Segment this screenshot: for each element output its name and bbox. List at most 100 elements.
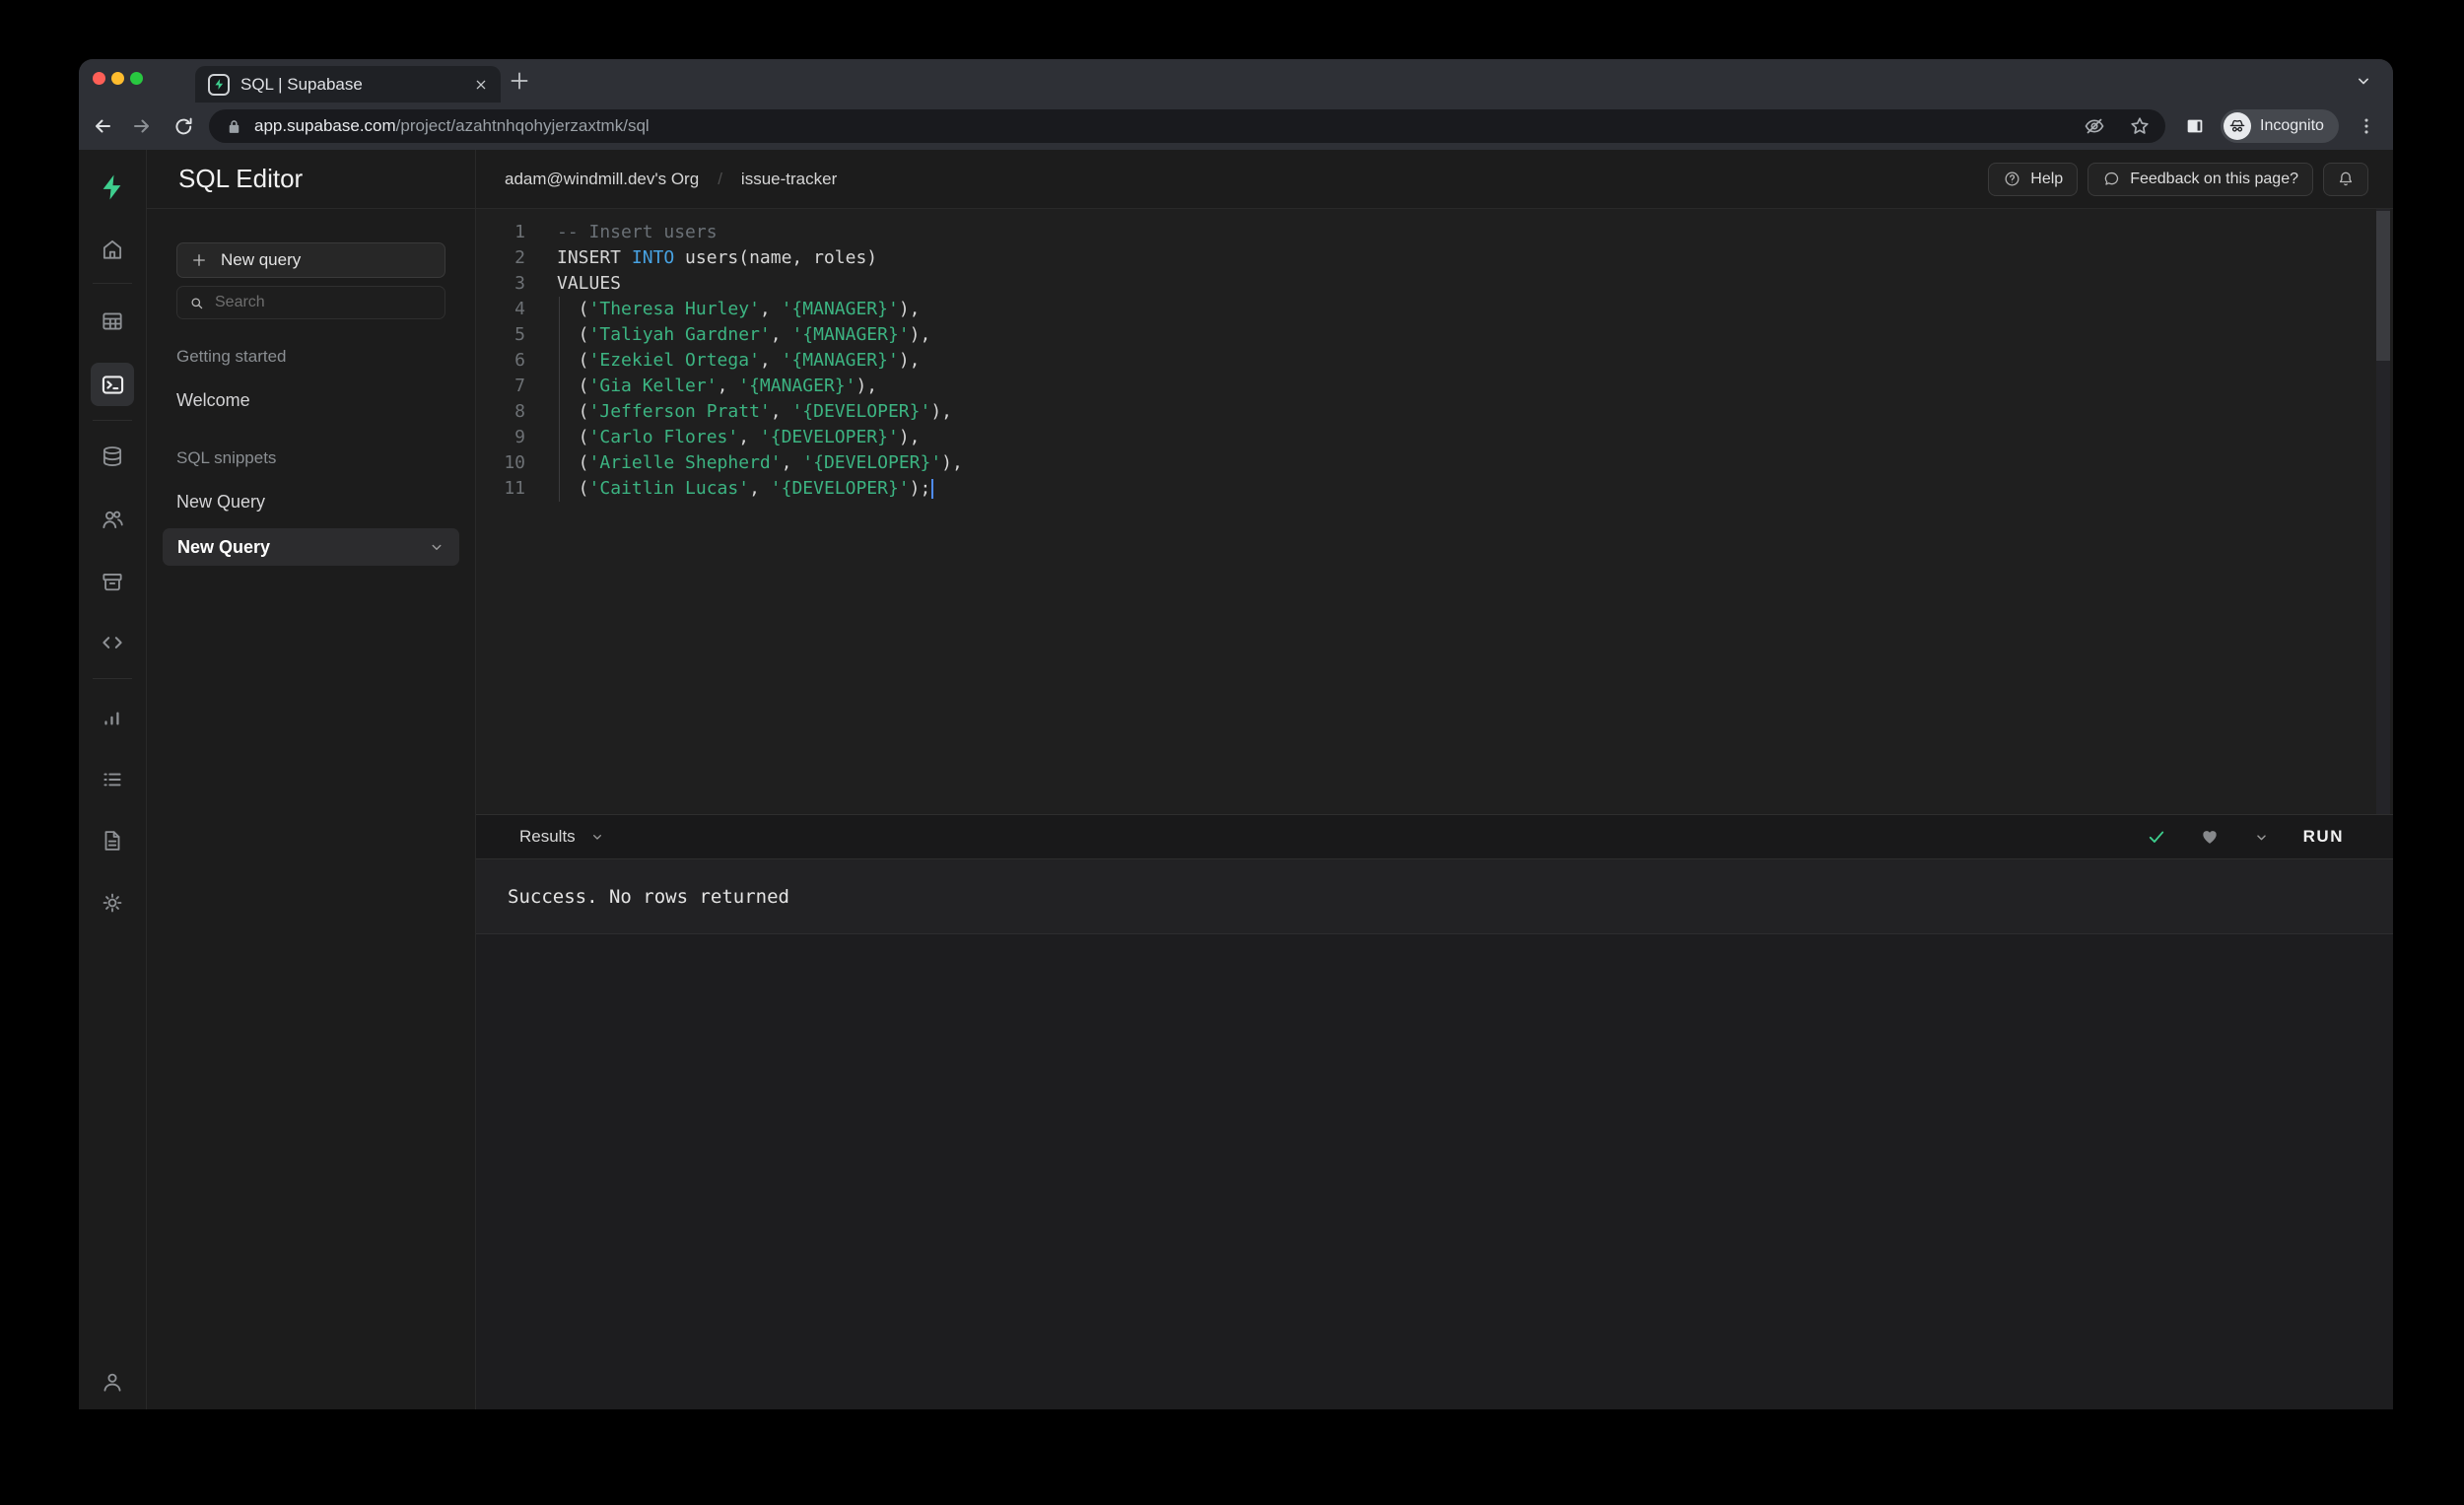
new-tab-button[interactable] bbox=[503, 66, 536, 96]
breadcrumb-project[interactable]: issue-tracker bbox=[741, 170, 837, 189]
section-label-sql-snippets: SQL snippets bbox=[176, 448, 277, 467]
sidebar-item-welcome[interactable]: Welcome bbox=[176, 390, 445, 411]
code-line[interactable]: 8 ('Jefferson Pratt', '{DEVELOPER}'), bbox=[476, 399, 2393, 425]
code-line[interactable]: 2 INSERT INTO users(name, roles) bbox=[476, 245, 2393, 271]
notifications-button[interactable] bbox=[2323, 162, 2368, 196]
editor-scrollbar[interactable] bbox=[2376, 209, 2390, 814]
code-line[interactable]: 10 ('Arielle Shepherd', '{DEVELOPER}'), bbox=[476, 450, 2393, 476]
table-editor-icon[interactable] bbox=[91, 300, 134, 343]
results-empty-area bbox=[476, 934, 2393, 1409]
line-content: ('Arielle Shepherd', '{DEVELOPER}'), bbox=[557, 452, 963, 473]
code-editor[interactable]: 1 -- Insert users 2 INSERT INTO users(name,… bbox=[476, 209, 2393, 814]
line-number: 1 bbox=[514, 222, 525, 242]
code-line[interactable]: 6 ('Ezekiel Ortega', '{MANAGER}'), bbox=[476, 348, 2393, 374]
tab-search-chevron-icon[interactable] bbox=[2350, 67, 2377, 95]
help-button-label: Help bbox=[2030, 170, 2064, 187]
line-content: INSERT INTO users(name, roles) bbox=[557, 247, 878, 268]
line-content: ('Ezekiel Ortega', '{MANAGER}'), bbox=[557, 350, 921, 371]
tab-title: SQL | Supabase bbox=[240, 74, 363, 94]
page-title: SQL Editor bbox=[178, 164, 304, 193]
results-dropdown[interactable]: Results bbox=[519, 827, 605, 847]
sidebar-header: SQL Editor bbox=[147, 150, 475, 209]
logs-icon[interactable] bbox=[91, 758, 134, 801]
search-input[interactable] bbox=[215, 294, 434, 311]
speech-bubble-icon bbox=[2102, 170, 2121, 188]
plus-icon bbox=[190, 251, 208, 269]
indent-guide bbox=[559, 297, 560, 502]
results-message: Success. No rows returned bbox=[476, 859, 2393, 934]
bookmark-star-icon[interactable] bbox=[2128, 114, 2152, 138]
reports-icon[interactable] bbox=[91, 697, 134, 740]
code-line[interactable]: 1 -- Insert users bbox=[476, 220, 2393, 245]
line-number: 8 bbox=[514, 401, 525, 422]
lock-icon bbox=[223, 115, 244, 137]
sql-editor-icon[interactable] bbox=[91, 363, 134, 406]
reload-button[interactable] bbox=[171, 114, 195, 138]
incognito-badge: Incognito bbox=[2221, 109, 2339, 143]
favorite-heart-icon[interactable] bbox=[2200, 827, 2220, 847]
line-number: 9 bbox=[514, 427, 525, 447]
sidebar-item-new-query[interactable]: New Query bbox=[176, 492, 445, 513]
bell-icon bbox=[2336, 170, 2356, 189]
line-content: ('Gia Keller', '{MANAGER}'), bbox=[557, 376, 878, 396]
feedback-button-label: Feedback on this page? bbox=[2130, 170, 2298, 187]
feedback-button[interactable]: Feedback on this page? bbox=[2088, 162, 2313, 196]
line-number: 10 bbox=[504, 452, 525, 473]
scrollbar-thumb[interactable] bbox=[2376, 211, 2390, 361]
supabase-favicon bbox=[208, 73, 230, 96]
sidebar-item-new-query-selected[interactable]: New Query bbox=[163, 528, 459, 566]
chevron-down-icon[interactable] bbox=[428, 538, 445, 556]
url-path: /project/azahtnhqohyjerzaxtmk/sql bbox=[395, 116, 650, 135]
run-options-chevron-icon[interactable] bbox=[2253, 829, 2270, 846]
main-panel: adam@windmill.dev's Org / issue-tracker … bbox=[476, 150, 2393, 1409]
browser-tab[interactable]: SQL | Supabase bbox=[195, 66, 501, 103]
valid-check-icon bbox=[2147, 827, 2166, 847]
code-line[interactable]: 4 ('Theresa Hurley', '{MANAGER}'), bbox=[476, 297, 2393, 322]
results-label: Results bbox=[519, 827, 576, 846]
back-button[interactable] bbox=[91, 114, 114, 138]
settings-icon[interactable] bbox=[91, 881, 134, 924]
line-content: ('Carlo Flores', '{DEVELOPER}'), bbox=[557, 427, 921, 447]
storage-icon[interactable] bbox=[91, 560, 134, 603]
eye-slash-icon[interactable] bbox=[2083, 114, 2106, 138]
section-label-getting-started: Getting started bbox=[176, 347, 287, 366]
line-number: 6 bbox=[514, 350, 525, 371]
run-button[interactable]: RUN bbox=[2303, 827, 2344, 847]
tab-strip: SQL | Supabase bbox=[79, 59, 2393, 103]
side-panel-icon[interactable] bbox=[2183, 114, 2207, 138]
traffic-close-button[interactable] bbox=[93, 72, 105, 85]
address-bar[interactable]: app.supabase.com/project/azahtnhqohyjerz… bbox=[209, 109, 2165, 143]
line-number: 7 bbox=[514, 376, 525, 396]
help-button[interactable]: Help bbox=[1988, 162, 2079, 196]
code-line[interactable]: 5 ('Taliyah Gardner', '{MANAGER}'), bbox=[476, 322, 2393, 348]
rail-divider bbox=[93, 420, 132, 421]
line-number: 4 bbox=[514, 299, 525, 319]
forward-button[interactable] bbox=[130, 114, 154, 138]
browser-menu-icon[interactable] bbox=[2355, 114, 2378, 138]
new-query-button[interactable]: New query bbox=[176, 242, 445, 278]
account-icon[interactable] bbox=[91, 1360, 134, 1403]
code-line[interactable]: 11 ('Caitlin Lucas', '{DEVELOPER}'); bbox=[476, 476, 2393, 502]
line-number: 3 bbox=[514, 273, 525, 294]
rail-divider bbox=[93, 283, 132, 284]
nav-rail bbox=[79, 150, 147, 1409]
code-line[interactable]: 9 ('Carlo Flores', '{DEVELOPER}'), bbox=[476, 425, 2393, 450]
traffic-zoom-button[interactable] bbox=[130, 72, 143, 85]
line-content: ('Caitlin Lucas', '{DEVELOPER}'); bbox=[525, 476, 934, 502]
authentication-icon[interactable] bbox=[91, 498, 134, 541]
search-icon bbox=[188, 295, 205, 311]
api-docs-icon[interactable] bbox=[91, 819, 134, 862]
search-box[interactable] bbox=[176, 286, 445, 319]
home-icon[interactable] bbox=[91, 228, 134, 271]
tab-close-icon[interactable] bbox=[473, 77, 489, 93]
rail-divider bbox=[93, 678, 132, 679]
edge-functions-icon[interactable] bbox=[91, 621, 134, 664]
database-icon[interactable] bbox=[91, 435, 134, 478]
chevron-down-icon bbox=[589, 829, 605, 845]
breadcrumb-separator: / bbox=[718, 169, 722, 188]
code-line[interactable]: 7 ('Gia Keller', '{MANAGER}'), bbox=[476, 374, 2393, 399]
traffic-minimize-button[interactable] bbox=[111, 72, 124, 85]
code-line[interactable]: 3 VALUES bbox=[476, 271, 2393, 297]
breadcrumb-org[interactable]: adam@windmill.dev's Org bbox=[505, 170, 699, 189]
supabase-logo-icon[interactable] bbox=[91, 166, 134, 209]
